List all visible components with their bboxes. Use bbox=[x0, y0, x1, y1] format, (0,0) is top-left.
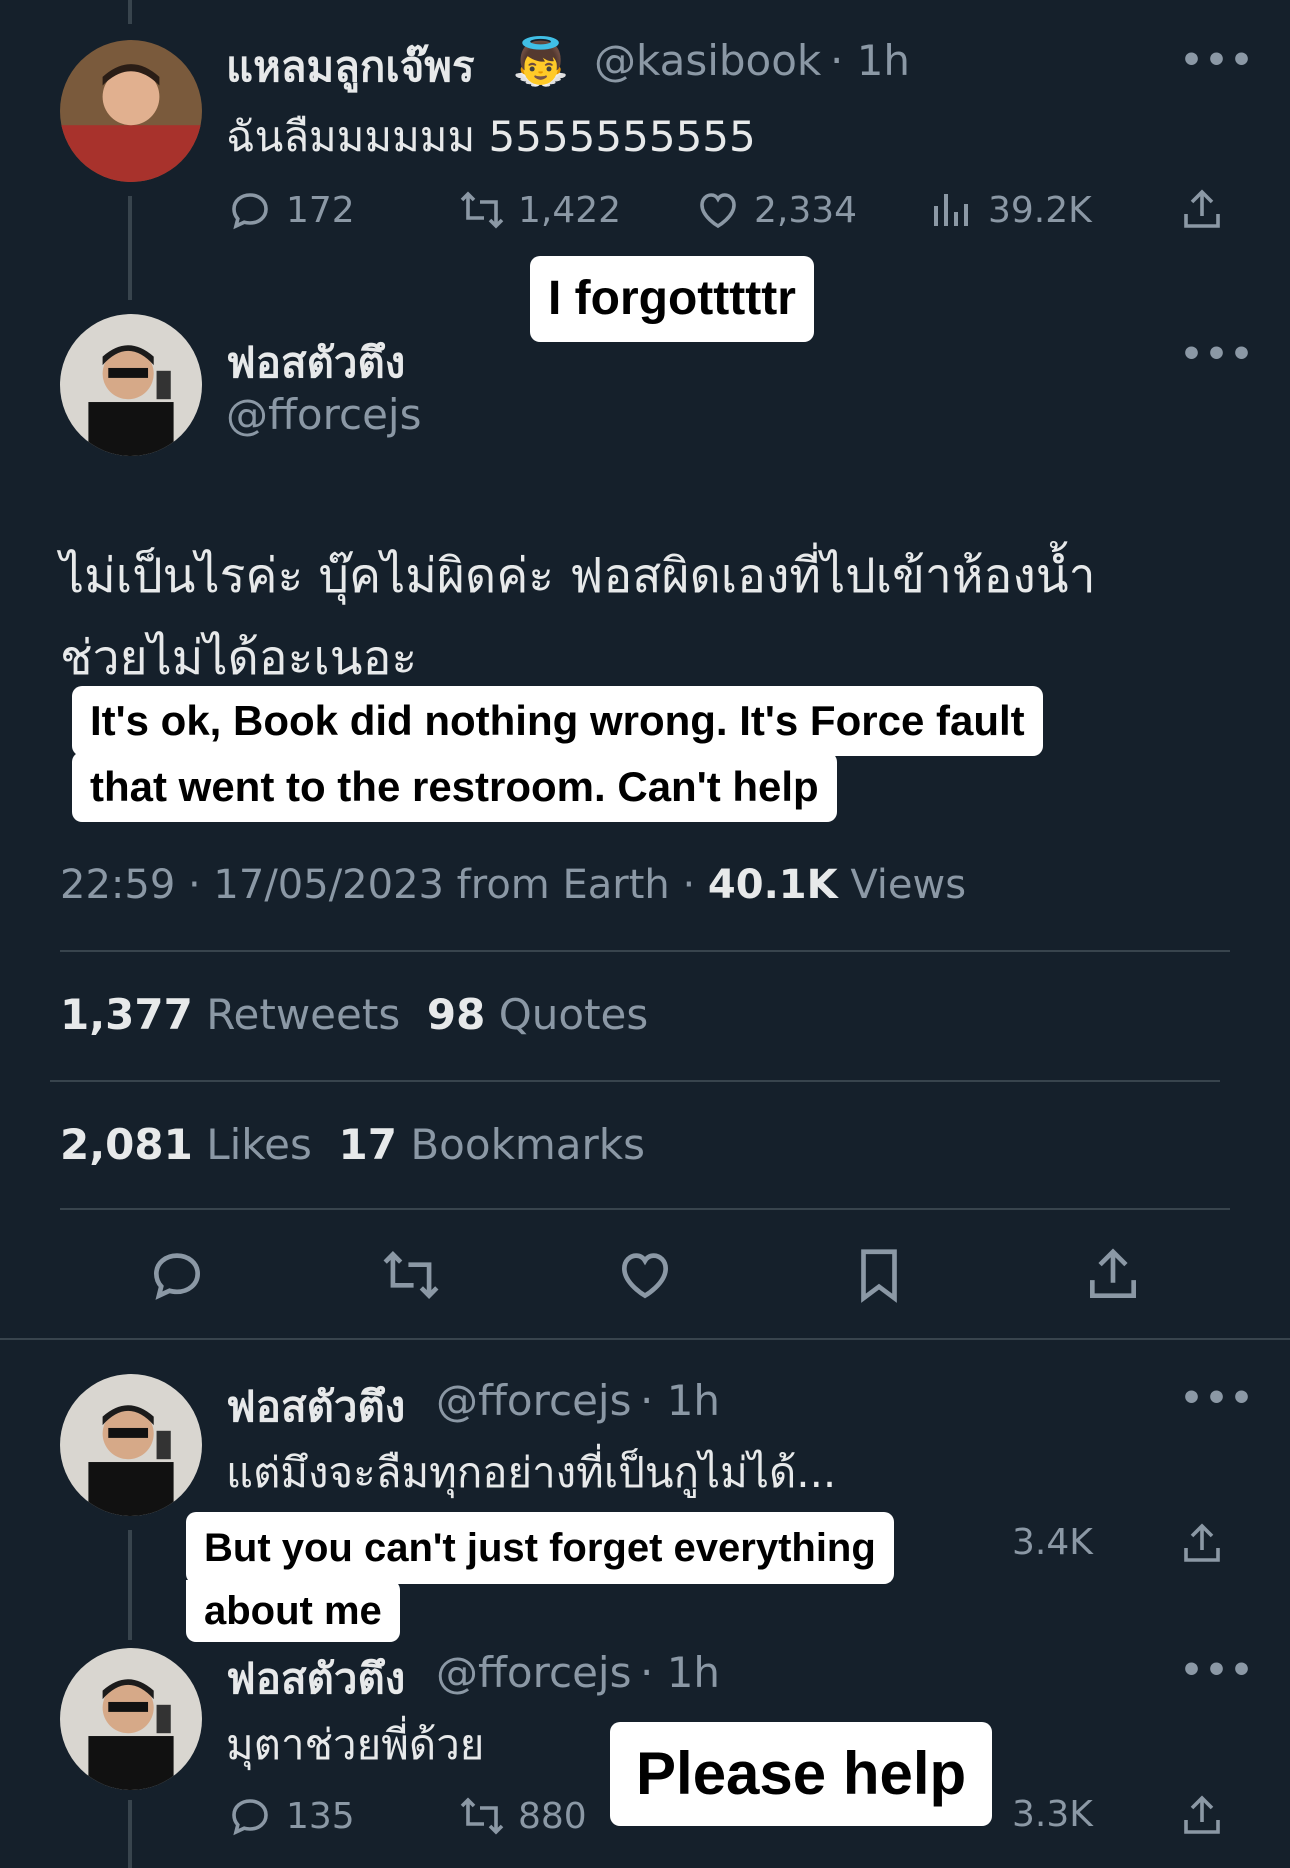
reply-button[interactable]: 172 bbox=[226, 186, 355, 234]
like-button[interactable]: 2,334 bbox=[694, 186, 857, 234]
reply1-author-handle[interactable]: @fforcejs bbox=[436, 1376, 631, 1425]
quotes-count: 98 bbox=[426, 990, 486, 1039]
share-button[interactable] bbox=[1178, 1792, 1226, 1840]
caption-forget-line1: But you can't just forget everything bbox=[186, 1512, 894, 1584]
reply2-avatar[interactable] bbox=[60, 1648, 202, 1790]
reply-icon bbox=[154, 1253, 200, 1300]
retweet-icon bbox=[383, 1251, 439, 1299]
thread-line-top bbox=[128, 0, 132, 24]
like-stats[interactable]: 2,081 Likes 17 Bookmarks bbox=[60, 1120, 645, 1169]
quotes-label: Quotes bbox=[498, 990, 649, 1039]
reply2-text: มุตาช่วยพี่ด้วย bbox=[226, 1720, 485, 1769]
main-tweet-text-2: ช่วยไม่ได้อะเนอะ bbox=[60, 630, 418, 686]
retweet-count: 880 bbox=[518, 1795, 587, 1837]
reply1-avatar[interactable] bbox=[60, 1374, 202, 1516]
caption-forget-line2: about me bbox=[186, 1580, 400, 1642]
retweet-button[interactable]: 1,422 bbox=[458, 186, 621, 234]
reply2-author-handle[interactable]: @fforcejs bbox=[436, 1648, 631, 1697]
caption-translation-line1: It's ok, Book did nothing wrong. It's Fo… bbox=[72, 686, 1043, 756]
share-button[interactable] bbox=[1082, 1244, 1144, 1306]
likes-label: Likes bbox=[206, 1120, 312, 1169]
share-icon bbox=[1184, 1795, 1220, 1834]
like-count: 2,334 bbox=[754, 189, 858, 231]
divider bbox=[60, 950, 1230, 952]
reply1-time[interactable]: · 1h bbox=[640, 1376, 720, 1425]
retweet-stats[interactable]: 1,377 Retweets 98 Quotes bbox=[60, 990, 648, 1039]
share-button[interactable] bbox=[1178, 1520, 1226, 1568]
views-count: 3.4K bbox=[1012, 1522, 1093, 1563]
retweet-icon bbox=[460, 1797, 504, 1835]
caption-forgot: I forgotttttr bbox=[530, 256, 814, 342]
reply-count: 172 bbox=[286, 189, 355, 231]
more-icon[interactable]: ••• bbox=[1180, 1650, 1255, 1691]
retweet-button[interactable]: 880 bbox=[458, 1792, 587, 1840]
share-icon bbox=[1090, 1248, 1136, 1298]
divider bbox=[50, 1080, 1220, 1082]
likes-count: 2,081 bbox=[60, 1120, 193, 1169]
divider bbox=[60, 1208, 1230, 1210]
thread-line-2 bbox=[128, 1530, 132, 1640]
more-icon[interactable]: ••• bbox=[1180, 334, 1255, 375]
reply1-author-name[interactable]: ฟอสตัวตึง bbox=[226, 1374, 405, 1440]
timestamp[interactable]: 22:59 · 17/05/2023 from Earth · bbox=[60, 862, 695, 908]
reply2-time[interactable]: · 1h bbox=[640, 1648, 720, 1697]
caption-translation-line2: that went to the restroom. Can't help bbox=[72, 752, 837, 822]
main-avatar[interactable] bbox=[60, 314, 202, 456]
views-count: 40.1K bbox=[707, 862, 838, 908]
avatar[interactable] bbox=[60, 40, 202, 182]
heart-icon bbox=[700, 193, 736, 229]
share-button[interactable] bbox=[1178, 186, 1226, 234]
views-button[interactable]: 39.2K bbox=[928, 186, 1092, 234]
tweet-text: ฉันลืมมมมมม 5555555555 bbox=[226, 112, 756, 161]
reply2-author-name[interactable]: ฟอสตัวตึง bbox=[226, 1646, 405, 1712]
divider bbox=[0, 1338, 1290, 1340]
retweet-icon bbox=[460, 191, 504, 229]
views-button[interactable]: 3.3K bbox=[1012, 1794, 1093, 1835]
more-icon[interactable]: ••• bbox=[1180, 40, 1255, 81]
main-tweet-text-1: ไม่เป็นไรค่ะ บุ๊คไม่ผิดค่ะ ฟอสผิดเองที่ไ… bbox=[60, 548, 1096, 604]
views-button[interactable]: 3.4K bbox=[1012, 1522, 1093, 1563]
tweet-time[interactable]: · 1h bbox=[830, 36, 910, 85]
bookmarks-label: Bookmarks bbox=[410, 1120, 646, 1169]
more-icon[interactable]: ••• bbox=[1180, 1378, 1255, 1419]
bookmark-icon bbox=[861, 1249, 897, 1303]
retweets-count: 1,377 bbox=[60, 990, 193, 1039]
views-count: 3.3K bbox=[1012, 1794, 1093, 1835]
reply-count: 135 bbox=[286, 1795, 355, 1837]
retweet-count: 1,422 bbox=[518, 189, 622, 231]
share-icon bbox=[1184, 189, 1220, 228]
heart-icon bbox=[622, 1253, 668, 1299]
views-label: Views bbox=[850, 862, 967, 908]
retweets-label: Retweets bbox=[206, 990, 401, 1039]
bookmarks-count: 17 bbox=[338, 1120, 397, 1169]
main-author-handle[interactable]: @fforcejs bbox=[226, 390, 421, 439]
retweet-button[interactable] bbox=[380, 1244, 442, 1306]
author-name[interactable]: แหลมลูกเจ๊พร bbox=[226, 34, 475, 100]
thread-line-1 bbox=[128, 196, 132, 300]
reply1-text: แต่มึงจะลืมทุกอย่างที่เป็นกูไม่ได้... bbox=[226, 1448, 837, 1497]
reply-button[interactable]: 135 bbox=[226, 1792, 355, 1840]
author-handle[interactable]: @kasibook bbox=[594, 36, 821, 85]
like-button[interactable] bbox=[614, 1244, 676, 1306]
views-icon bbox=[934, 194, 968, 226]
reply-icon bbox=[232, 193, 268, 230]
share-icon bbox=[1184, 1523, 1220, 1562]
thread-line-3 bbox=[128, 1800, 132, 1868]
bookmark-button[interactable] bbox=[848, 1244, 910, 1306]
reply-icon bbox=[232, 1799, 268, 1836]
tweet-meta: 22:59 · 17/05/2023 from Earth · 40.1K Vi… bbox=[60, 862, 966, 908]
reply-button[interactable] bbox=[146, 1244, 208, 1306]
angel-emoji: 👼 bbox=[512, 34, 570, 88]
views-count: 39.2K bbox=[988, 189, 1092, 231]
caption-please-help: Please help bbox=[610, 1722, 993, 1826]
main-author-name[interactable]: ฟอสตัวตึง bbox=[226, 330, 405, 396]
